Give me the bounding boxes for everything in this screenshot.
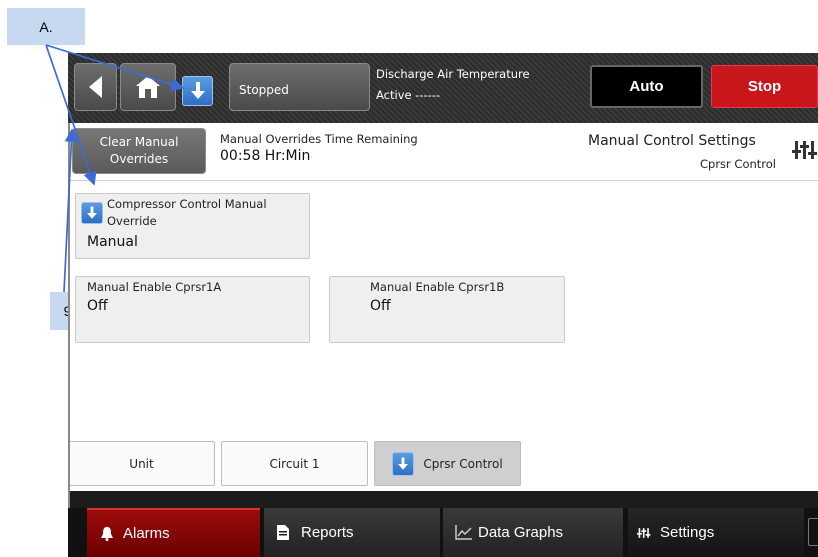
time-remaining: Manual Overrides Time Remaining 00:58 Hr… bbox=[220, 132, 520, 164]
manual-enable-cprsr1b-card[interactable]: Manual Enable Cprsr1B Off bbox=[329, 276, 565, 343]
compressor-label-line1: Compressor Control Manual bbox=[107, 197, 267, 211]
nav-data-graphs-label: Data Graphs bbox=[478, 524, 564, 541]
stop-button[interactable]: Stop bbox=[711, 65, 818, 108]
graph-icon bbox=[455, 525, 472, 540]
auto-button[interactable]: Auto bbox=[590, 65, 703, 108]
clear-line2: Overrides bbox=[109, 152, 169, 166]
callout-a: A. bbox=[7, 8, 85, 45]
manual-control-settings-sub: Cprsr Control bbox=[699, 157, 776, 171]
download-arrow-icon bbox=[87, 206, 97, 219]
settings-sliders-icon[interactable] bbox=[792, 139, 818, 161]
cprsr1b-value: Off bbox=[370, 298, 391, 314]
left-edge-stripe bbox=[68, 123, 70, 508]
discharge-air-info: Discharge Air Temperature Active ------ bbox=[376, 67, 576, 111]
nav-reports-label: Reports bbox=[301, 524, 354, 541]
tab-download-icon bbox=[392, 451, 415, 476]
clear-manual-overrides-button[interactable]: Clear Manual Overrides bbox=[72, 128, 206, 174]
cprsr1a-value: Off bbox=[87, 298, 108, 314]
download-arrow-icon bbox=[190, 82, 205, 99]
stop-label: Stop bbox=[747, 78, 782, 95]
nav-settings-label: Settings bbox=[660, 524, 715, 541]
override-bar: Clear Manual Overrides Manual Overrides … bbox=[68, 123, 818, 181]
tab-unit-label: Unit bbox=[129, 456, 154, 471]
time-remaining-value: 00:58 Hr:Min bbox=[220, 148, 311, 164]
active-label: Active bbox=[376, 88, 412, 102]
tab-cprsr-control-label: Cprsr Control bbox=[423, 456, 503, 471]
back-button[interactable] bbox=[74, 63, 117, 111]
back-arrow-icon bbox=[88, 76, 102, 98]
discharge-air-label: Discharge Air Temperature bbox=[376, 67, 530, 81]
more-nav-button[interactable] bbox=[808, 518, 818, 546]
cprsr1a-label: Manual Enable Cprsr1A bbox=[87, 280, 222, 294]
tab-cprsr-control[interactable]: Cprsr Control bbox=[374, 441, 521, 486]
cprsr1b-label: Manual Enable Cprsr1B bbox=[370, 280, 505, 294]
nav-alarms[interactable]: Alarms bbox=[87, 508, 260, 557]
manual-enable-cprsr1a-card[interactable]: Manual Enable Cprsr1A Off bbox=[75, 276, 310, 343]
hmi-screen: Stopped Discharge Air Temperature Active… bbox=[68, 53, 818, 557]
download-button[interactable] bbox=[182, 76, 213, 106]
auto-label: Auto bbox=[629, 78, 664, 95]
top-bar: Stopped Discharge Air Temperature Active… bbox=[68, 53, 818, 123]
manual-control-settings-title: Manual Control Settings bbox=[588, 133, 756, 149]
nav-data-graphs[interactable]: Data Graphs bbox=[443, 508, 623, 557]
compressor-control-override-card[interactable]: Compressor Control Manual Override Manua… bbox=[75, 193, 310, 259]
home-button[interactable] bbox=[120, 63, 176, 111]
bottom-nav: Alarms Reports Data Graphs Settings bbox=[68, 508, 818, 557]
nav-alarms-label: Alarms bbox=[123, 525, 170, 542]
sliders-icon bbox=[637, 527, 651, 538]
tab-unit[interactable]: Unit bbox=[68, 441, 215, 486]
clear-line1: Clear Manual bbox=[99, 135, 179, 149]
content-area: Clear Manual Overrides Manual Overrides … bbox=[68, 123, 818, 491]
active-value: ------ bbox=[415, 88, 441, 102]
compressor-value: Manual bbox=[87, 234, 138, 250]
tab-circuit-1[interactable]: Circuit 1 bbox=[221, 441, 368, 486]
tab-circuit-1-label: Circuit 1 bbox=[269, 456, 320, 471]
bell-icon bbox=[101, 526, 113, 541]
status-button[interactable]: Stopped bbox=[229, 63, 370, 111]
document-icon bbox=[277, 525, 289, 540]
override-download-button[interactable] bbox=[81, 202, 103, 224]
nav-settings[interactable]: Settings bbox=[628, 508, 804, 557]
status-label: Stopped bbox=[239, 83, 289, 97]
compressor-label-line2: Override bbox=[107, 214, 157, 228]
home-icon bbox=[136, 76, 160, 98]
callout-a-text: A. bbox=[39, 18, 53, 35]
nav-reports[interactable]: Reports bbox=[264, 508, 440, 557]
time-remaining-label: Manual Overrides Time Remaining bbox=[220, 132, 418, 146]
tabs-row: Unit Circuit 1 Cprsr Control bbox=[68, 438, 818, 491]
